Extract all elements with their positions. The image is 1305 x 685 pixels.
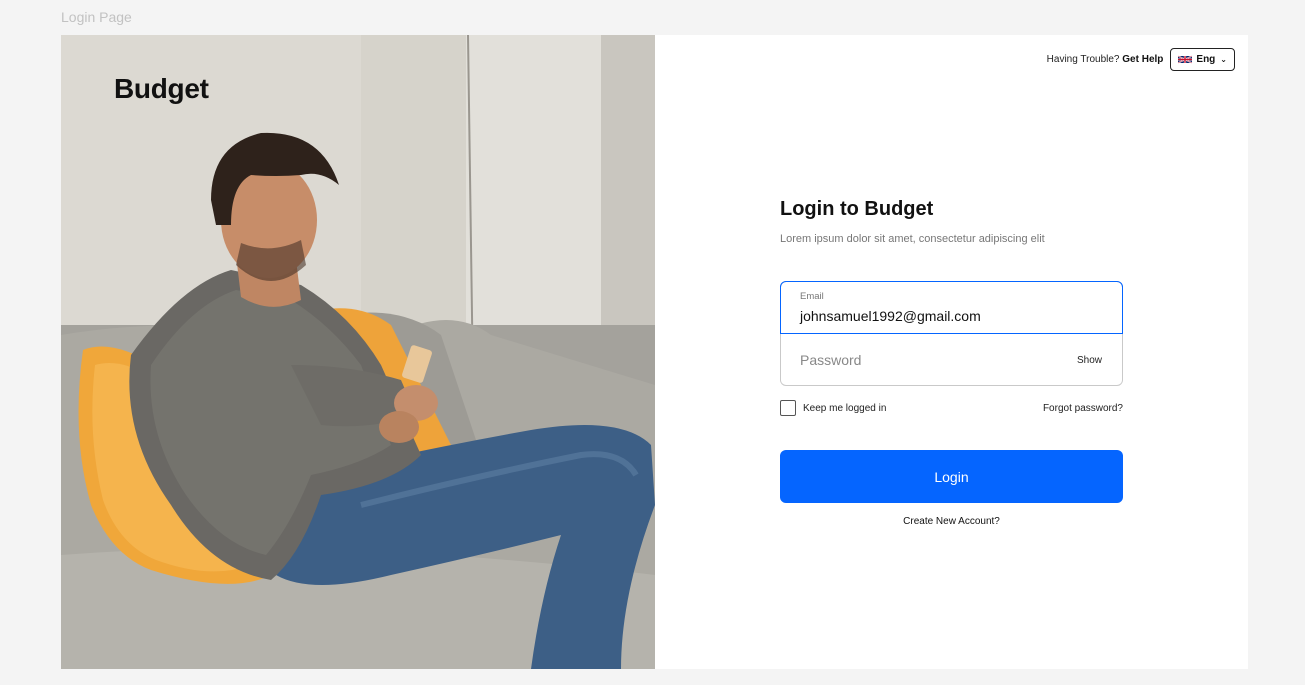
email-field[interactable]: Email johnsamuel1992@gmail.com: [780, 281, 1123, 334]
hero-photo-panel: Budget: [61, 35, 655, 669]
help-text: Having Trouble? Get Help: [1047, 54, 1164, 65]
login-panel: Having Trouble? Get Help Eng ⌄ Login to …: [655, 35, 1248, 669]
keep-logged-in[interactable]: Keep me logged in: [780, 400, 886, 416]
keep-logged-in-checkbox[interactable]: [780, 400, 796, 416]
credentials-group: Email johnsamuel1992@gmail.com Password …: [780, 281, 1123, 386]
password-field[interactable]: Password Show: [781, 334, 1122, 386]
brand-logo: Budget: [114, 73, 209, 104]
hero-photo: [61, 35, 655, 669]
email-label: Email: [800, 291, 824, 302]
options-row: Keep me logged in Forgot password?: [780, 400, 1123, 416]
login-page-frame: Budget Having Trouble? Get Help Eng ⌄ Lo…: [61, 35, 1248, 669]
login-form: Login to Budget Lorem ipsum dolor sit am…: [780, 198, 1123, 527]
forgot-password-link[interactable]: Forgot password?: [1043, 403, 1123, 414]
login-button[interactable]: Login: [780, 450, 1123, 503]
create-account-link[interactable]: Create New Account?: [780, 516, 1123, 527]
login-title: Login to Budget: [780, 198, 934, 220]
password-input[interactable]: Password: [800, 352, 861, 368]
trouble-label: Having Trouble?: [1046, 54, 1120, 65]
language-label: Eng: [1196, 54, 1216, 65]
email-input[interactable]: johnsamuel1992@gmail.com: [800, 308, 1103, 324]
uk-flag-icon: [1178, 55, 1193, 64]
language-selector[interactable]: Eng ⌄: [1170, 48, 1235, 71]
canvas-title: Login Page: [61, 9, 132, 25]
top-bar: Having Trouble? Get Help Eng ⌄: [1047, 48, 1235, 71]
get-help-link[interactable]: Get Help: [1122, 54, 1163, 65]
login-subtitle: Lorem ipsum dolor sit amet, consectetur …: [780, 233, 1045, 245]
keep-logged-in-label[interactable]: Keep me logged in: [803, 403, 886, 414]
show-password-button[interactable]: Show: [1077, 355, 1102, 366]
chevron-down-icon: ⌄: [1220, 55, 1227, 64]
